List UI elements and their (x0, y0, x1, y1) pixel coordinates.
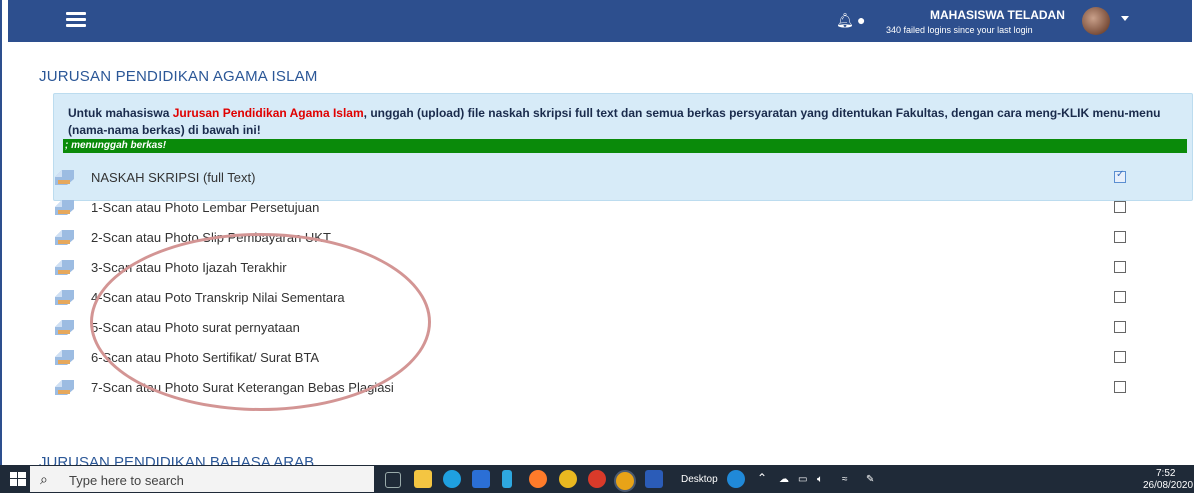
taskbar-search[interactable]: ⌕ Type here to search (30, 466, 374, 492)
volume-icon[interactable]: 🔈︎ (817, 474, 823, 485)
status-checkbox[interactable] (1114, 261, 1126, 273)
chrome-active-icon[interactable] (614, 470, 636, 492)
task-view-icon[interactable] (385, 472, 401, 488)
user-name[interactable]: MAHASISWA TELADAN (930, 8, 1065, 22)
file-item[interactable]: 7-Scan atau Photo Surat Keterangan Bebas… (54, 378, 1164, 398)
status-checkbox[interactable] (1114, 169, 1126, 183)
avatar[interactable] (1082, 7, 1110, 35)
file-explorer-icon[interactable] (414, 470, 432, 488)
hamburger-menu-icon[interactable] (66, 12, 86, 28)
dropbox-icon[interactable] (472, 470, 490, 488)
info-prefix: Untuk mahasiswa (68, 106, 173, 120)
file-item[interactable]: 5-Scan atau Photo surat pernyataan (54, 318, 1164, 338)
file-item[interactable]: 2-Scan atau Photo Slip Pembayaran UKT (54, 228, 1164, 248)
file-label[interactable]: 4-Scan atau Poto Transkrip Nilai Sementa… (91, 290, 345, 305)
desktop-label[interactable]: Desktop (681, 474, 718, 485)
status-checkbox[interactable] (1114, 201, 1126, 213)
upload-file-icon (55, 290, 74, 305)
search-icon: ⌕ (40, 471, 48, 487)
main-panel: JURUSAN PENDIDIKAN AGAMA ISLAM Untuk mah… (20, 42, 1194, 483)
windows-start-icon[interactable] (10, 472, 26, 486)
file-label[interactable]: 7-Scan atau Photo Surat Keterangan Bebas… (91, 380, 394, 395)
status-checkbox[interactable] (1114, 231, 1126, 243)
file-label[interactable]: NASKAH SKRIPSI (full Text) (91, 170, 255, 185)
file-label[interactable]: 1-Scan atau Photo Lembar Persetujuan (91, 200, 319, 215)
wifi-icon[interactable]: ≈ (842, 474, 848, 485)
bell-icon[interactable]: 🔔︎ (836, 12, 854, 29)
chevron-down-icon[interactable] (1121, 16, 1129, 21)
upload-file-icon (55, 350, 74, 365)
status-checkbox[interactable] (1114, 381, 1126, 393)
chrome-profile-icon[interactable] (588, 470, 606, 488)
clock-date[interactable]: 26/08/2020 (1143, 480, 1193, 491)
edge-icon[interactable] (443, 470, 461, 488)
status-checkbox[interactable] (1114, 321, 1126, 333)
left-border (0, 0, 2, 493)
pen-icon[interactable]: ✎ (866, 474, 874, 485)
upload-file-icon (55, 260, 74, 275)
upload-file-icon (55, 230, 74, 245)
failed-login-notice: 340 failed logins since your last login (886, 25, 1033, 35)
battery-icon[interactable]: ▭ (798, 474, 807, 485)
file-label[interactable]: 5-Scan atau Photo surat pernyataan (91, 320, 300, 335)
chrome-icon[interactable] (559, 470, 577, 488)
file-label[interactable]: 3-Scan atau Photo Ijazah Terakhir (91, 260, 287, 275)
file-item[interactable]: 3-Scan atau Photo Ijazah Terakhir (54, 258, 1164, 278)
chevron-up-icon[interactable]: ⌃ (757, 471, 767, 485)
cloud-icon[interactable]: ☁ (779, 474, 789, 485)
file-item[interactable]: 1-Scan atau Photo Lembar Persetujuan (54, 198, 1164, 218)
clock-time[interactable]: 7:52 (1156, 468, 1175, 479)
upload-file-icon (55, 200, 74, 215)
chat-icon[interactable]: ● (857, 12, 865, 28)
lightning-icon[interactable] (502, 470, 512, 488)
file-label[interactable]: 6-Scan atau Photo Sertifikat/ Surat BTA (91, 350, 319, 365)
help-icon[interactable] (727, 470, 745, 488)
file-item[interactable]: NASKAH SKRIPSI (full Text) (54, 168, 1164, 188)
file-label[interactable]: 2-Scan atau Photo Slip Pembayaran UKT (91, 230, 331, 245)
status-checkbox[interactable] (1114, 291, 1126, 303)
upload-file-icon (55, 170, 74, 185)
file-item[interactable]: 4-Scan atau Poto Transkrip Nilai Sementa… (54, 288, 1164, 308)
info-text: Untuk mahasiswa Jurusan Pendidikan Agama… (68, 105, 1178, 139)
marquee-bar: ; menunggah berkas! (63, 139, 1187, 153)
windows-taskbar: ⌕ Type here to search Desktop ⌃ ☁ ▭ 🔈︎ ≈… (0, 465, 1194, 493)
section-title: JURUSAN PENDIDIKAN AGAMA ISLAM (39, 68, 318, 85)
upload-file-icon (55, 320, 74, 335)
status-checkbox[interactable] (1114, 351, 1126, 363)
file-item[interactable]: 6-Scan atau Photo Sertifikat/ Surat BTA (54, 348, 1164, 368)
upload-file-icon (55, 380, 74, 395)
word-icon[interactable] (645, 470, 663, 488)
firefox-icon[interactable] (529, 470, 547, 488)
info-highlight: Jurusan Pendidikan Agama Islam (172, 106, 364, 120)
top-navbar: 🔔︎ ● MAHASISWA TELADAN 340 failed logins… (8, 0, 1192, 42)
search-input[interactable]: Type here to search (69, 473, 184, 488)
